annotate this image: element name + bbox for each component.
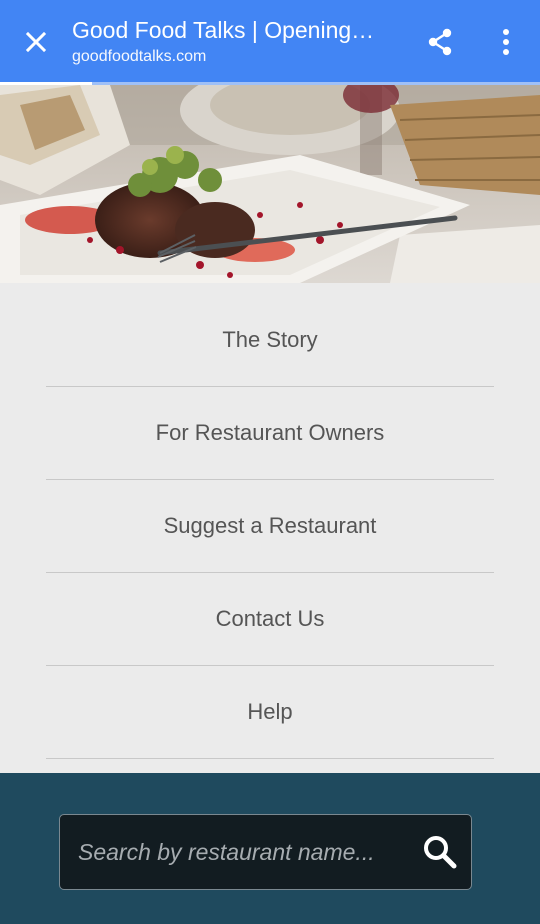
food-plate-photo [0,85,540,283]
nav-item-help[interactable]: Help [46,666,494,759]
share-button[interactable] [418,20,462,64]
close-button[interactable] [14,20,58,64]
restaurant-search-box [59,814,472,890]
search-footer [0,773,540,924]
hero-image [0,85,540,283]
nav-item-the-story[interactable]: The Story [46,294,494,387]
search-input[interactable] [60,815,405,889]
page-url: goodfoodtalks.com [72,48,207,65]
more-vert-icon [503,29,509,55]
nav-item-suggest-a-restaurant[interactable]: Suggest a Restaurant [46,480,494,573]
search-button[interactable] [417,829,463,875]
custom-tab-toolbar: Good Food Talks | Opening… goodfoodtalks… [0,0,540,82]
nav-item-for-restaurant-owners[interactable]: For Restaurant Owners [46,387,494,480]
close-icon [25,31,47,53]
search-icon [424,836,457,869]
more-options-button[interactable] [484,20,528,64]
nav-item-contact-us[interactable]: Contact Us [46,573,494,666]
site-navigation: The Story For Restaurant Owners Suggest … [0,283,540,773]
toolbar-titles: Good Food Talks | Opening… goodfoodtalks… [72,16,392,67]
share-icon [428,28,452,56]
page-title: Good Food Talks | Opening… [72,17,375,43]
